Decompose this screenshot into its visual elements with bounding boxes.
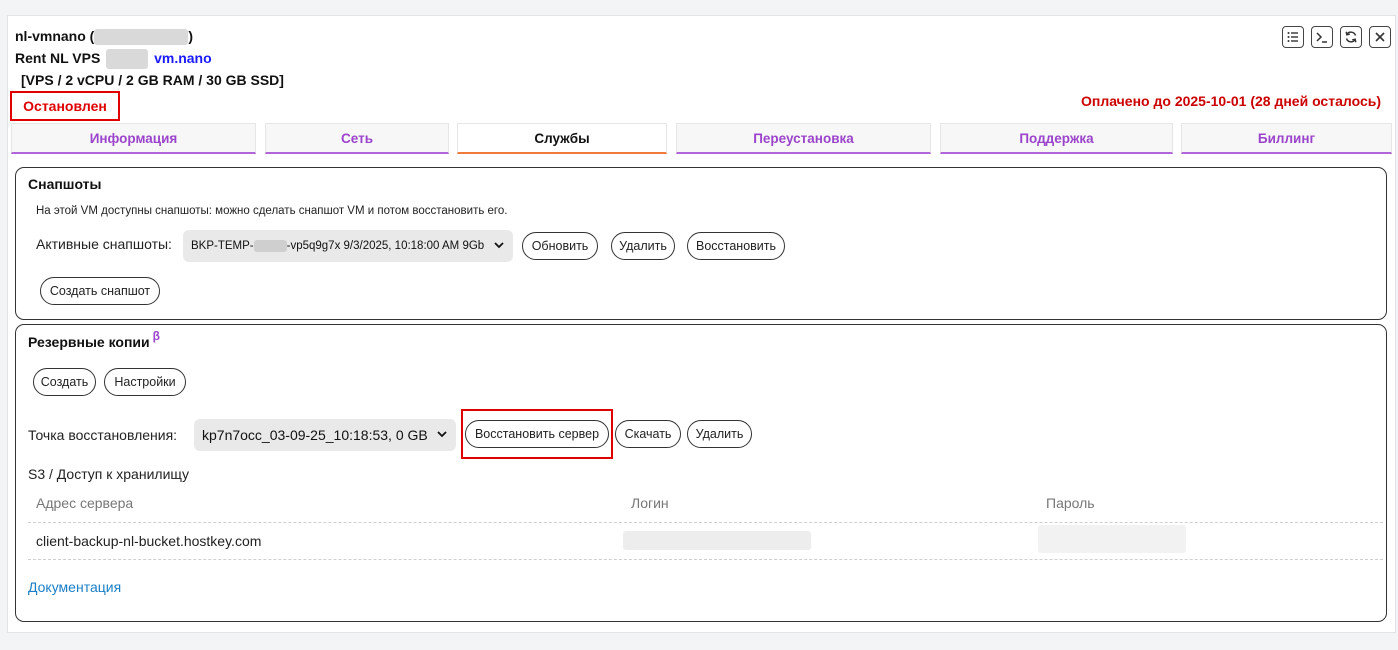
column-header-login: Логин	[631, 495, 669, 511]
redacted-ip	[94, 29, 189, 46]
download-backup-button[interactable]: Скачать	[615, 420, 681, 448]
plan-link[interactable]: vm.nano	[154, 50, 212, 66]
server-plan-prefix: Rent NL VPS	[15, 50, 101, 66]
restore-point-value: kp7n7occ_03-09-25_10:18:53, 0 GB	[202, 427, 428, 443]
backups-title-text: Резервные копии	[28, 334, 150, 350]
tab-network[interactable]: Сеть	[265, 123, 449, 154]
restore-point-label: Точка восстановления:	[28, 427, 178, 443]
status-badge: Остановлен	[10, 91, 120, 121]
column-header-address: Адрес сервера	[36, 495, 134, 511]
backups-title: Резервные копии β	[28, 329, 160, 350]
paid-until: Оплачено до 2025-10-01 (28 дней осталось…	[1081, 93, 1381, 109]
close-icon[interactable]	[1369, 26, 1391, 48]
active-snapshots-label: Активные снапшоты:	[36, 236, 172, 252]
restore-server-button[interactable]: Восстановить сервер	[465, 420, 609, 448]
snapshot-select-suffix: -vp5q9g7x 9/3/2025, 10:18:00 AM 9Gb	[286, 240, 485, 252]
refresh-icon[interactable]	[1340, 26, 1362, 48]
snapshot-select-prefix: BKP-TEMP-	[191, 240, 254, 252]
column-header-password: Пароль	[1046, 495, 1095, 511]
list-icon[interactable]	[1282, 26, 1304, 48]
server-plan-line: Rent NL VPS vm.nano	[15, 47, 284, 70]
redacted-snapshot-id	[253, 240, 287, 252]
tab-support[interactable]: Поддержка	[940, 123, 1173, 154]
server-address-cell: client-backup-nl-bucket.hostkey.com	[36, 533, 262, 549]
beta-badge: β	[152, 329, 160, 343]
restore-point-select[interactable]: kp7n7occ_03-09-25_10:18:53, 0 GB	[194, 419, 456, 451]
server-name-prefix: nl-vmnano (	[15, 28, 95, 44]
redacted-login	[623, 531, 811, 550]
tab-services[interactable]: Службы	[457, 123, 667, 154]
snapshots-description: На этой VM доступны снапшоты: можно сдел…	[36, 205, 508, 217]
table-divider	[28, 522, 1383, 523]
s3-title: S3 / Доступ к хранилищу	[28, 466, 190, 482]
snapshots-title: Снапшоты	[28, 176, 102, 192]
redacted-password	[1038, 525, 1186, 553]
snapshots-panel: Снапшоты На этой VM доступны снапшоты: м…	[15, 167, 1387, 320]
documentation-link[interactable]: Документация	[28, 579, 121, 595]
server-name-line: nl-vmnano ()	[15, 25, 284, 47]
terminal-icon[interactable]	[1311, 26, 1333, 48]
server-card: nl-vmnano () Rent NL VPS vm.nano [VPS / …	[7, 15, 1396, 633]
backup-settings-button[interactable]: Настройки	[104, 368, 186, 396]
server-header: nl-vmnano () Rent NL VPS vm.nano [VPS / …	[15, 25, 284, 91]
redacted-plan-id	[106, 49, 149, 70]
delete-backup-button[interactable]: Удалить	[687, 420, 752, 448]
chevron-down-icon	[494, 242, 504, 249]
tab-reinstall[interactable]: Переустановка	[676, 123, 931, 154]
table-divider	[28, 559, 1383, 560]
snapshot-select[interactable]: BKP-TEMP- -vp5q9g7x 9/3/2025, 10:18:00 AM…	[183, 230, 513, 262]
chevron-down-icon	[437, 431, 447, 438]
restore-snapshot-button[interactable]: Восстановить	[687, 232, 785, 260]
refresh-snapshots-button[interactable]: Обновить	[522, 232, 598, 260]
backups-panel: Резервные копии β Создать Настройки Точка…	[15, 324, 1387, 622]
delete-snapshot-button[interactable]: Удалить	[611, 232, 675, 260]
server-specs: [VPS / 2 vCPU / 2 GB RAM / 30 GB SSD]	[21, 72, 284, 89]
tab-info[interactable]: Информация	[11, 123, 256, 154]
create-backup-button[interactable]: Создать	[33, 368, 96, 396]
tab-billing[interactable]: Биллинг	[1181, 123, 1392, 154]
server-toolbar	[1282, 26, 1391, 48]
server-name-suffix: )	[188, 28, 194, 44]
create-snapshot-button[interactable]: Создать снапшот	[40, 277, 160, 305]
